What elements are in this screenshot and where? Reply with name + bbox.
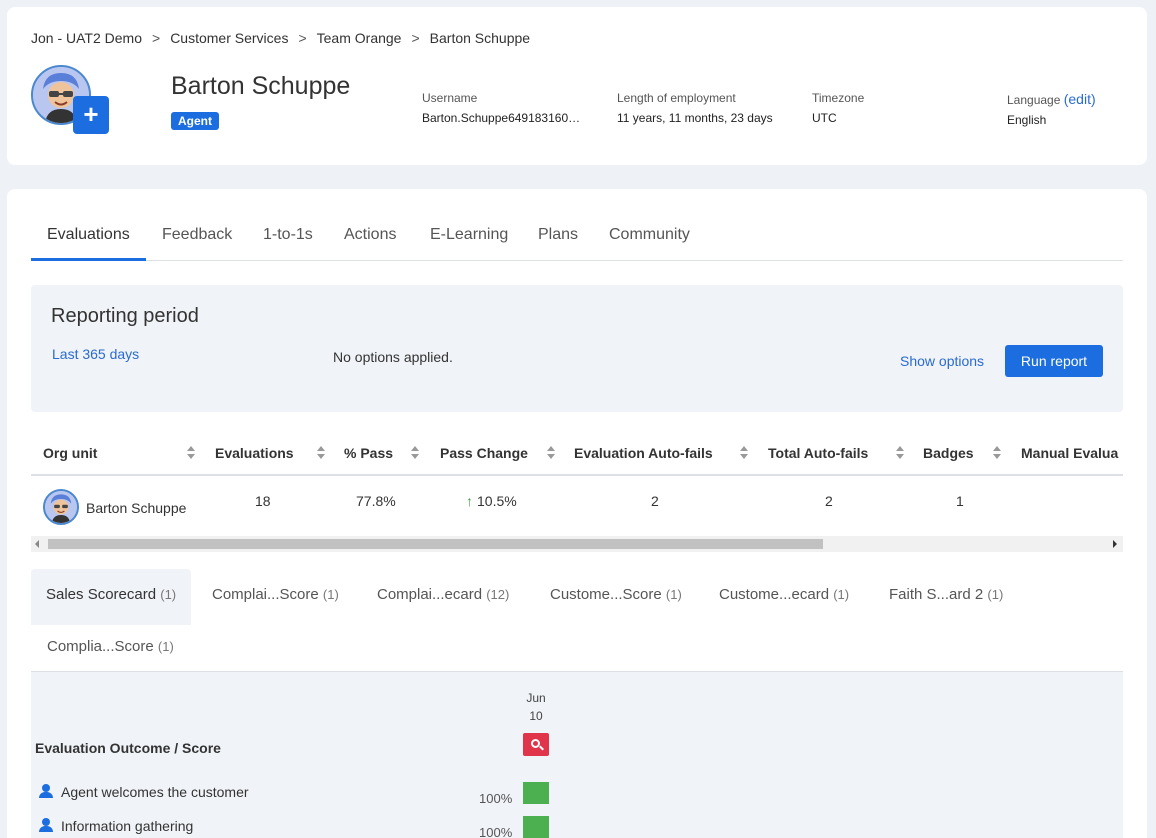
score-cell[interactable] [523, 816, 549, 838]
tab-e-learning[interactable]: E-Learning [430, 226, 508, 244]
tab-bar: Evaluations Feedback 1-to-1s Actions E-L… [31, 217, 1123, 261]
scroll-right-arrow-icon[interactable] [1113, 540, 1117, 548]
row-avatar [43, 489, 79, 525]
language-info: Language (edit) English [1007, 91, 1096, 127]
column-header-pass-change[interactable]: Pass Change [440, 445, 528, 461]
column-header-evaluations[interactable]: Evaluations [215, 445, 294, 461]
tab-evaluations[interactable]: Evaluations [47, 226, 130, 244]
question-score: 100% [479, 825, 513, 838]
column-header-eval-autofails[interactable]: Evaluation Auto-fails [574, 445, 713, 461]
language-edit-link[interactable]: (edit) [1064, 91, 1096, 107]
reporting-period-panel: Reporting period Last 365 days No option… [31, 285, 1123, 412]
run-report-button[interactable]: Run report [1005, 345, 1103, 377]
sort-icon[interactable] [896, 446, 904, 460]
scroll-left-arrow-icon[interactable] [35, 540, 39, 548]
timezone-info: Timezone UTC [812, 91, 864, 125]
breadcrumb-item-team[interactable]: Team Orange [317, 30, 402, 46]
sort-icon[interactable] [740, 446, 748, 460]
period-selector-link[interactable]: Last 365 days [52, 346, 139, 362]
date-column-header: Jun 10 [517, 689, 555, 725]
main-content-card: Evaluations Feedback 1-to-1s Actions E-L… [7, 189, 1147, 838]
scorecard-tabs: Sales Scorecard (1) Complai...Score (1) … [31, 569, 1123, 672]
scorecard-tab-customer-scorecard[interactable]: Custome...ecard (1) [719, 586, 849, 603]
column-header-total-autofails[interactable]: Total Auto-fails [768, 445, 868, 461]
scorecard-tab-complaints-scorecard[interactable]: Complai...ecard (12) [377, 586, 509, 603]
score-cell[interactable] [523, 782, 549, 804]
breadcrumb: Jon - UAT2 Demo > Customer Services > Team O… [31, 30, 530, 46]
add-photo-button[interactable]: + [73, 96, 109, 134]
tab-community[interactable]: Community [609, 226, 690, 244]
employment-value: 11 years, 11 months, 23 days [617, 111, 773, 125]
timezone-value: UTC [812, 111, 837, 125]
row-org-unit[interactable]: Barton Schuppe [86, 500, 186, 516]
tab-plans[interactable]: Plans [538, 226, 578, 244]
outcome-label: Evaluation Outcome / Score [35, 740, 221, 756]
sort-icon[interactable] [317, 446, 325, 460]
scorecard-grid: Jun 10 Evaluation Outcome / Score Agent … [31, 672, 1123, 838]
row-total-autofails: 2 [825, 493, 833, 509]
row-badges: 1 [956, 493, 964, 509]
tab-1-to-1s[interactable]: 1-to-1s [263, 226, 313, 244]
date-day: 10 [529, 709, 543, 723]
employment-label: Length of employment [617, 91, 736, 105]
scorecard-tab-faith-scorecard[interactable]: Faith S...ard 2 (1) [889, 586, 1003, 603]
question-row: Information gathering [39, 818, 193, 834]
breadcrumb-item-agent: Barton Schuppe [429, 30, 531, 46]
show-options-link[interactable]: Show options [900, 353, 984, 369]
breadcrumb-separator: > [152, 30, 161, 46]
scorecard-tab-compliance-score[interactable]: Complia...Score (1) [47, 638, 174, 655]
user-icon [39, 818, 53, 832]
username-info: Username Barton.Schuppe649183160… [422, 91, 580, 125]
sort-icon[interactable] [993, 446, 1001, 460]
breadcrumb-item-department[interactable]: Customer Services [170, 30, 288, 46]
employment-info: Length of employment 11 years, 11 months… [617, 91, 773, 125]
evaluations-table: Org unit Evaluations % Pass Pass Change … [31, 430, 1123, 552]
column-header-badges[interactable]: Badges [923, 445, 974, 461]
username-value: Barton.Schuppe649183160… [422, 111, 581, 125]
reporting-period-title: Reporting period [51, 305, 199, 327]
sort-icon[interactable] [411, 446, 419, 460]
sort-icon[interactable] [547, 446, 555, 460]
breadcrumb-separator: > [298, 30, 307, 46]
sort-icon[interactable] [187, 446, 195, 460]
horizontal-scrollbar[interactable] [31, 536, 1123, 552]
row-pass-change: ↑ 10.5% [466, 493, 517, 509]
row-pass: 77.8% [356, 493, 396, 509]
breadcrumb-separator: > [411, 30, 420, 46]
timezone-label: Timezone [812, 91, 865, 105]
scorecard-tab-customer-score[interactable]: Custome...Score (1) [550, 586, 682, 603]
view-evaluation-button[interactable] [523, 733, 549, 756]
column-header-pass[interactable]: % Pass [344, 445, 393, 461]
scorecard-tab-complaints-score[interactable]: Complai...Score (1) [212, 586, 339, 603]
table-header: Org unit Evaluations % Pass Pass Change … [31, 430, 1123, 476]
row-eval-autofails: 2 [651, 493, 659, 509]
question-score: 100% [479, 791, 513, 806]
profile-header-card: Jon - UAT2 Demo > Customer Services > Team O… [7, 7, 1147, 165]
agent-name: Barton Schuppe [171, 72, 351, 100]
tab-feedback[interactable]: Feedback [162, 226, 232, 244]
options-status: No options applied. [333, 349, 453, 365]
user-icon [39, 784, 53, 798]
date-month: Jun [526, 691, 546, 705]
scorecard-tab-sales[interactable]: Sales Scorecard (1) [31, 569, 192, 625]
breadcrumb-item-company[interactable]: Jon - UAT2 Demo [31, 30, 142, 46]
column-header-manual-evaluations[interactable]: Manual Evalua [1021, 445, 1118, 461]
column-header-org-unit[interactable]: Org unit [43, 445, 97, 461]
username-label: Username [422, 91, 478, 105]
language-label: Language [1007, 93, 1061, 107]
active-tab-indicator [31, 258, 146, 261]
arrow-up-icon: ↑ [466, 493, 473, 509]
row-evaluations: 18 [255, 493, 271, 509]
scroll-thumb[interactable] [48, 539, 823, 549]
tab-actions[interactable]: Actions [344, 226, 396, 244]
question-row: Agent welcomes the customer [39, 784, 249, 800]
role-badge: Agent [171, 112, 219, 130]
language-value: English [1007, 113, 1047, 127]
